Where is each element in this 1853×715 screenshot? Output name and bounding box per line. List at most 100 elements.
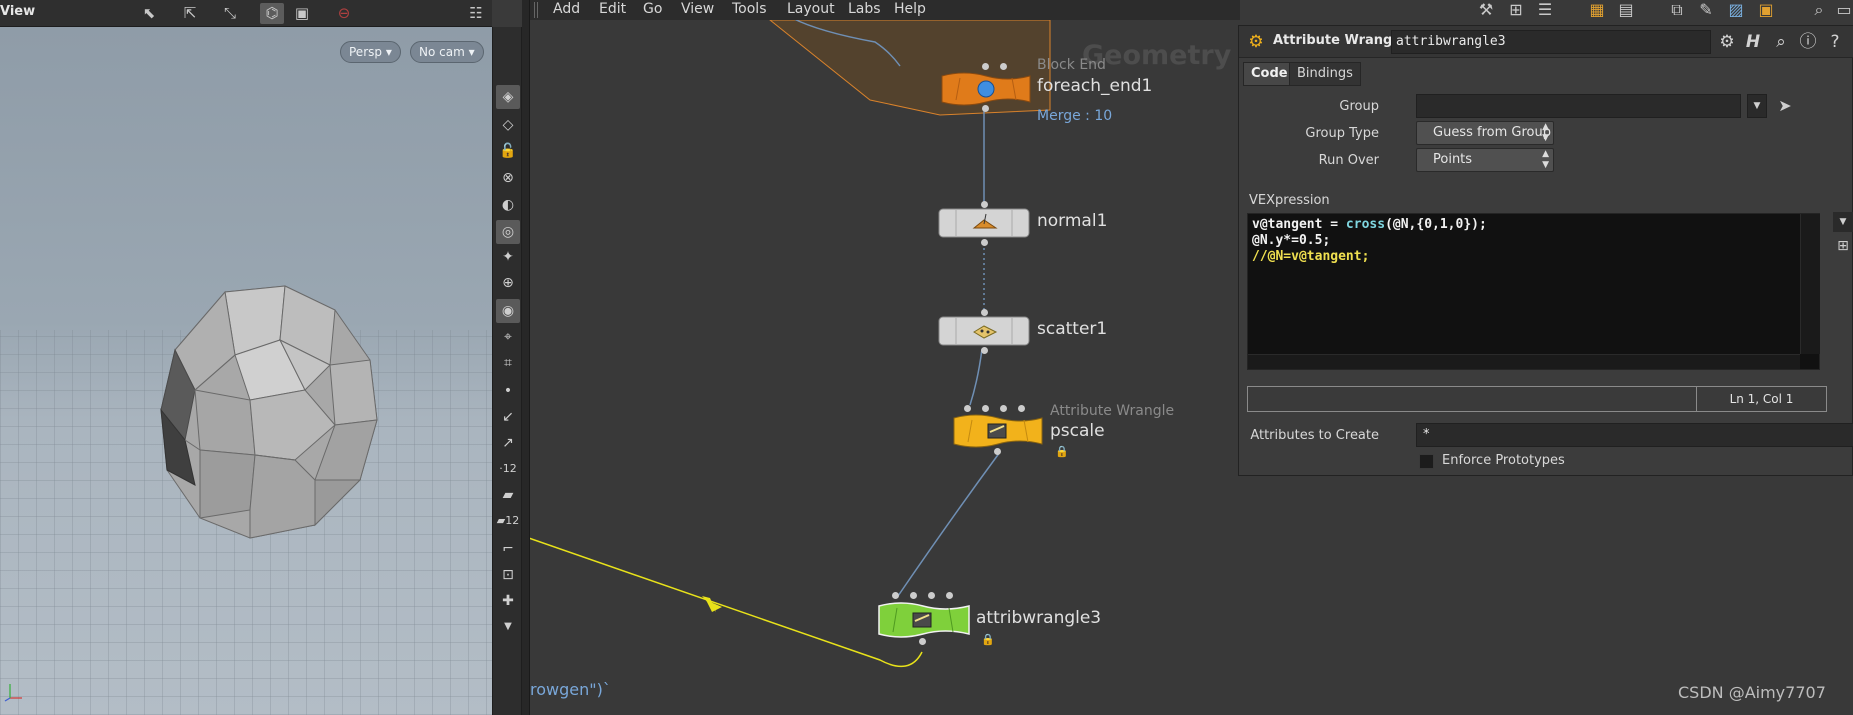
- list-view-icon[interactable]: ☰: [1534, 0, 1556, 22]
- help-h-icon[interactable]: H: [1741, 30, 1765, 54]
- editor-menu-icon[interactable]: ▼: [1833, 212, 1853, 232]
- enforce-prototypes-label: Enforce Prototypes: [1442, 453, 1565, 468]
- shelf-expand-icon[interactable]: ▼: [496, 615, 520, 639]
- shading-icon[interactable]: ◐: [496, 193, 520, 217]
- move-tool-icon[interactable]: ⇱: [178, 3, 202, 24]
- wrangle-node-icon: [878, 602, 970, 638]
- axis-gizmo-icon: [4, 684, 22, 702]
- menu-add[interactable]: Add: [553, 0, 580, 18]
- info-icon[interactable]: ⓘ: [1796, 30, 1820, 54]
- view-handle-icon[interactable]: ▣: [290, 3, 314, 24]
- parameter-panel: ⚙ Attribute Wrangle attribwrangle3 ⚙ H ⌕…: [1238, 25, 1853, 476]
- display-icon[interactable]: ▭: [1833, 0, 1853, 22]
- normal-display-icon[interactable]: ↙: [496, 405, 520, 429]
- vex-code-editor[interactable]: v@tangent = cross(@N,{0,1,0}); @N.y*=0.5…: [1247, 213, 1820, 370]
- select-tool-icon[interactable]: ⬉: [137, 3, 161, 24]
- group-label: Group: [1339, 99, 1379, 114]
- node-pscale[interactable]: [952, 405, 1044, 455]
- camera-label: No cam: [419, 45, 465, 59]
- menu-edit[interactable]: Edit: [599, 0, 626, 18]
- geometry-sphere: [160, 285, 378, 539]
- gear-icon[interactable]: ⚙: [1715, 30, 1739, 54]
- menu-tools[interactable]: Tools: [732, 0, 767, 18]
- group-dropdown-icon[interactable]: ▼: [1747, 94, 1767, 118]
- shape-palette-icon[interactable]: ▤: [1615, 0, 1637, 22]
- tree-view-icon[interactable]: ⊞: [1505, 0, 1527, 22]
- asset-icon[interactable]: ▣: [1755, 0, 1777, 22]
- group-type-label: Group Type: [1305, 126, 1379, 141]
- enforce-prototypes-checkbox[interactable]: [1419, 454, 1434, 469]
- editor-statusbar: Ln 1, Col 1: [1247, 386, 1827, 412]
- display-mode-icon[interactable]: ◈: [496, 85, 520, 109]
- tab-bindings[interactable]: Bindings: [1289, 62, 1361, 86]
- backface-icon[interactable]: ◉: [496, 299, 520, 323]
- pane-divider[interactable]: [522, 0, 530, 715]
- headlight-icon[interactable]: ✦: [496, 245, 520, 269]
- node-info-label: Merge : 10: [1037, 108, 1113, 124]
- menu-go[interactable]: Go: [643, 0, 662, 18]
- ghost-icon[interactable]: ◇: [496, 113, 520, 137]
- node-name-label: normal1: [1037, 211, 1108, 231]
- point-icon[interactable]: •: [496, 379, 520, 403]
- menubar-grip-icon: [534, 2, 538, 18]
- add-spare-icon[interactable]: ⊞: [1833, 236, 1853, 256]
- question-icon[interactable]: ?: [1823, 30, 1847, 54]
- node-attribwrangle3[interactable]: [877, 592, 971, 645]
- color-palette-icon[interactable]: ▦: [1586, 0, 1608, 22]
- background-image-icon[interactable]: ▨: [1725, 0, 1747, 22]
- lock-icon[interactable]: 🔓: [496, 139, 520, 163]
- node-name-field[interactable]: attribwrangle3: [1391, 30, 1711, 54]
- network-menubar: Add Edit Go View Tools Layout Labs Help: [530, 0, 1240, 20]
- home-icon[interactable]: ✚: [496, 589, 520, 613]
- uv-icon[interactable]: ⌐: [496, 537, 520, 561]
- code-line-2: @N.y*=0.5;: [1252, 233, 1331, 248]
- editor-hscrollbar[interactable]: [1248, 354, 1800, 369]
- node-type-label: Block End: [1037, 57, 1106, 73]
- point-number-icon[interactable]: ·12: [496, 457, 520, 481]
- group-type-menu[interactable]: Guess from Group ▲ ▼: [1416, 121, 1554, 145]
- block-end-node-icon: [941, 72, 1031, 106]
- record-icon[interactable]: ⊖: [332, 3, 356, 24]
- snap-icon[interactable]: ⌬: [260, 3, 284, 24]
- camera-icon[interactable]: ⌖: [496, 325, 520, 349]
- group-field[interactable]: [1416, 94, 1741, 118]
- node-type-title: Attribute Wrangle: [1273, 33, 1406, 48]
- run-over-menu[interactable]: Points ▲ ▼: [1416, 148, 1554, 172]
- attributes-create-field[interactable]: *: [1416, 423, 1853, 447]
- frame-icon[interactable]: ⊡: [496, 563, 520, 587]
- search-icon[interactable]: ⌕: [1769, 30, 1793, 54]
- menu-help[interactable]: Help: [894, 0, 926, 18]
- editor-vscrollbar[interactable]: [1800, 214, 1820, 354]
- normal-node-icon: [938, 208, 1030, 238]
- menu-labs[interactable]: Labs: [848, 0, 881, 18]
- point-display-icon[interactable]: ⊕: [496, 271, 520, 295]
- node-scatter1[interactable]: [938, 309, 1030, 354]
- camera-view-label: Persp: [349, 45, 382, 59]
- camera-view-menu[interactable]: Persp ▾: [340, 41, 401, 63]
- menu-layout[interactable]: Layout: [787, 0, 835, 18]
- menu-view[interactable]: View: [681, 0, 714, 18]
- updown-icon: ▲ ▼: [1542, 122, 1549, 143]
- zoom-icon[interactable]: ⌕: [1808, 0, 1830, 22]
- viewport-side-toolbar: ◈ ◇ 🔓 ⊗ ◐ ◎ ✦ ⊕ ◉ ⌖ ⌗ • ↙ ↗ ·12 ▰ ▰12 ⌐ …: [492, 27, 522, 715]
- display-options-icon[interactable]: ☷: [464, 3, 488, 24]
- vector-display-icon[interactable]: ↗: [496, 431, 520, 455]
- light-icon[interactable]: ◎: [496, 220, 520, 244]
- node-name-label: foreach_end1: [1037, 76, 1153, 96]
- tab-code[interactable]: Code: [1243, 62, 1296, 86]
- scene-viewport[interactable]: View ⬉ ⇱ ⤡ ⌬ ▣ ⊖ ☷ Persp ▾ No cam ▾: [0, 0, 492, 715]
- view-camera-icon[interactable]: ⌗: [496, 351, 520, 375]
- node-normal1[interactable]: [938, 201, 1030, 246]
- sticky-note-icon[interactable]: ✎: [1695, 0, 1717, 22]
- transform-tool-icon[interactable]: ⤡: [218, 3, 242, 24]
- select-arrow-icon[interactable]: ➤: [1773, 94, 1797, 118]
- camera-menu[interactable]: No cam ▾: [410, 41, 484, 63]
- node-name-label: scatter1: [1037, 319, 1108, 339]
- pin-icon[interactable]: ⊗: [496, 166, 520, 190]
- wrench-icon[interactable]: ⚒: [1475, 0, 1497, 22]
- viewport-toolbar: View ⬉ ⇱ ⤡ ⌬ ▣ ⊖ ☷: [0, 0, 492, 27]
- prim-display-icon[interactable]: ▰: [496, 483, 520, 507]
- prim-number-icon[interactable]: ▰12: [496, 509, 520, 533]
- network-box-icon[interactable]: ⧉: [1666, 0, 1688, 22]
- node-foreach-end1[interactable]: [940, 63, 1032, 112]
